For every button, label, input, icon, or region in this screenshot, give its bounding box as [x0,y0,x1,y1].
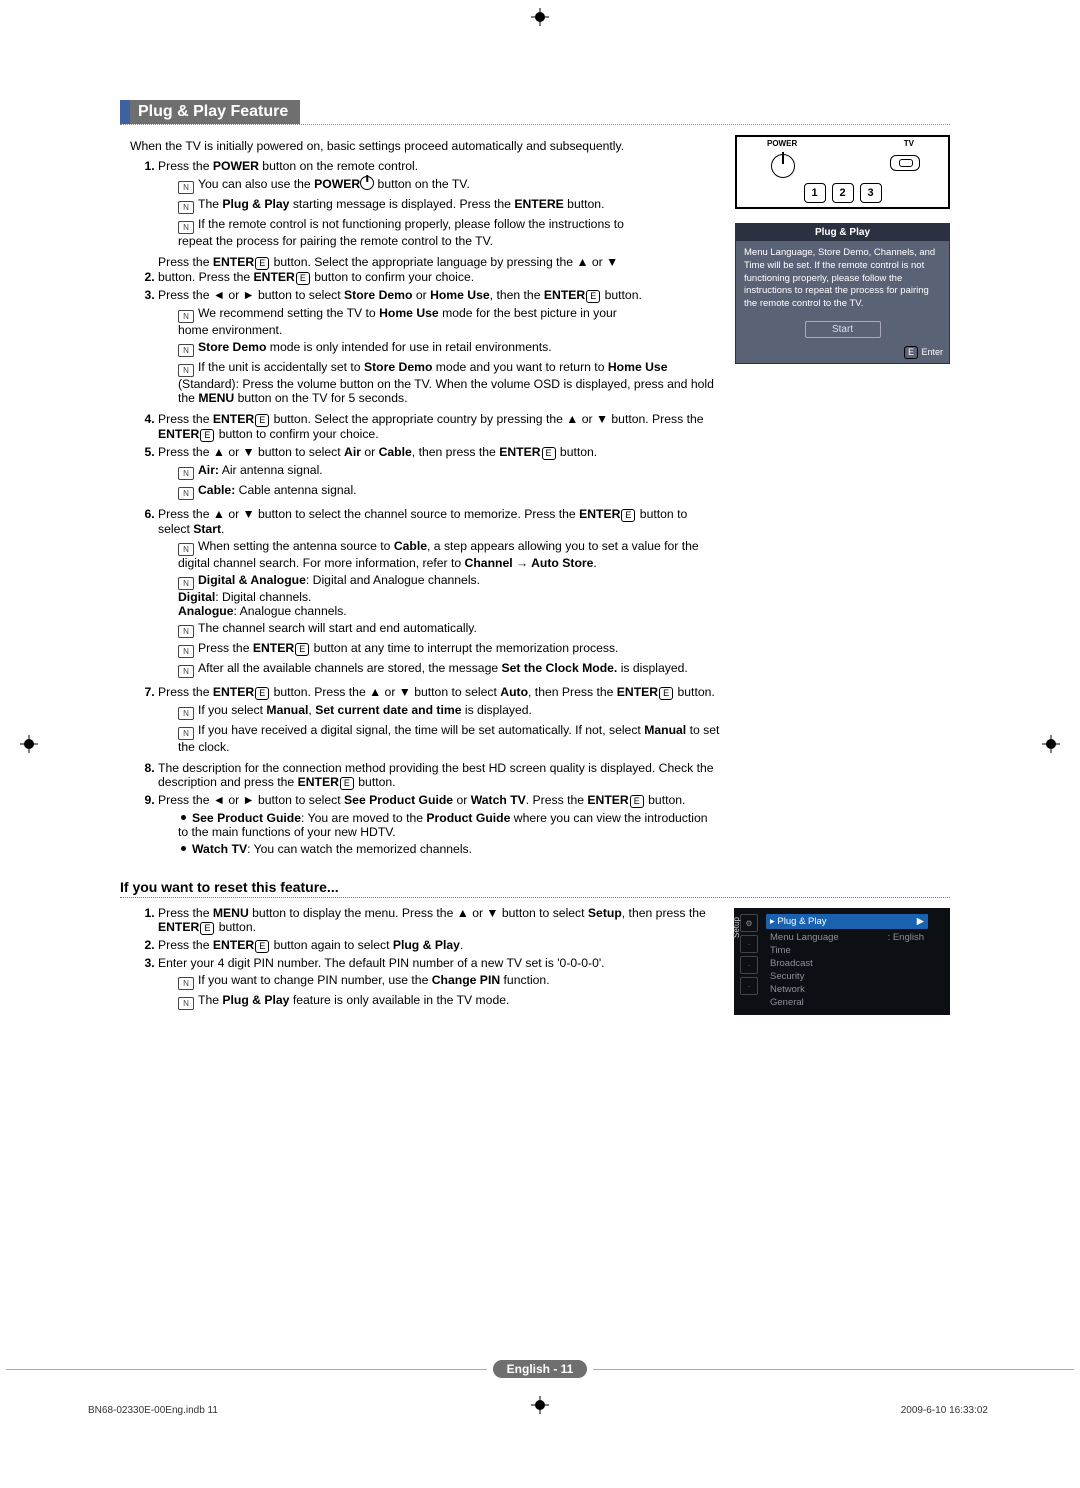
plug-play-popup: Plug & Play Menu Language, Store Demo, C… [735,223,950,364]
menu-row[interactable]: General [766,996,928,1009]
enter-icon: E [255,257,269,270]
enter-icon: E [200,922,214,935]
menu-icon: · [740,956,758,974]
note-icon: N [178,344,194,357]
enter-icon: E [586,290,600,303]
note-icon: N [178,727,194,740]
note-icon: N [178,997,194,1010]
enter-icon: E [255,940,269,953]
doc-footer: BN68-02330E-00Eng.indb 11 2009-6-10 16:3… [88,1405,988,1416]
page-number: English - 11 [493,1360,588,1378]
accent-bar [120,100,130,124]
menu-side-label: Setup [732,917,741,938]
enter-icon: E [542,447,556,460]
menu-row[interactable]: Broadcast [766,957,928,970]
menu-icon: · [740,977,758,995]
note-icon: N [178,665,194,678]
note-icon: N [178,310,194,323]
reset-step-2: Press the ENTERE button again to select … [158,936,738,954]
bullet-icon [181,846,186,851]
menu-row[interactable]: Security [766,970,928,983]
reg-mark-icon [20,735,38,753]
enter-icon: E [200,429,214,442]
popup-message: Menu Language, Store Demo, Channels, and… [736,241,949,315]
note-icon: N [178,577,194,590]
reg-mark-icon [1042,735,1060,753]
gear-icon: ⚙ [740,914,758,932]
enter-icon: E [659,687,673,700]
popup-enter-hint: E E EnterEnter [736,344,949,363]
start-button[interactable]: Start [805,321,881,338]
tv-button-icon [890,155,920,171]
doc-id: BN68-02330E-00Eng.indb 11 [88,1405,218,1416]
section-title: Plug & Play Feature [130,100,300,124]
tv-label: TV [904,139,914,148]
reset-step-list: Press the MENU button to display the men… [130,904,738,1015]
menu-row-highlighted[interactable]: ▸ Plug & Play▶ [766,914,928,929]
enter-icon: E [630,795,644,808]
popup-title: Plug & Play [736,224,949,241]
menu-row[interactable]: Time [766,944,928,957]
step-4: Press the ENTERE button. Select the appr… [158,410,721,443]
number-row: 1 2 3 [737,183,948,203]
note-icon: N [178,645,194,658]
note-icon: N [178,543,194,556]
note-icon: N [178,977,194,990]
note-icon: N [178,707,194,720]
step-3: Press the ◄ or ► button to select Store … [158,286,721,410]
enter-icon: E [904,346,918,359]
step-1: Press the POWER button on the remote con… [158,157,721,253]
enter-icon: E [621,509,635,522]
reset-step-3: Enter your 4 digit PIN number. The defau… [158,954,738,1015]
power-icon [360,176,374,190]
step-7: Press the ENTERE button. Press the ▲ or … [158,683,721,759]
power-label: POWER [767,139,797,148]
step-list: Press the POWER button on the remote con… [130,157,721,861]
note-icon: N [178,364,194,377]
doc-timestamp: 2009-6-10 16:33:02 [901,1405,988,1416]
note-icon: N [178,487,194,500]
setup-menu-screenshot: ⚙ · · · Setup ▸ Plug & Play▶ Menu Langua… [734,908,950,1015]
menu-row[interactable]: Network [766,983,928,996]
menu-row[interactable]: Menu Language: English [766,931,928,944]
step-2: Press the ENTERE button. Select the appr… [158,253,721,286]
step-9: Press the ◄ or ► button to select See Pr… [158,791,721,861]
section-header: Plug & Play Feature [120,100,950,125]
enter-icon: E [340,777,354,790]
note-icon: N [178,467,194,480]
note-icon: N [178,181,194,194]
reset-step-1: Press the MENU button to display the men… [158,904,738,936]
intro-text: When the TV is initially powered on, bas… [130,139,721,153]
step-6: Press the ▲ or ▼ button to select the ch… [158,505,721,683]
page-footer: English - 11 [0,1360,1080,1378]
note-icon: N [178,221,194,234]
remote-diagram: POWER TV 1 2 3 [735,135,950,209]
page-content: Plug & Play Feature When the TV is initi… [120,100,950,1015]
power-icon [771,154,795,178]
note-icon: N [178,625,194,638]
menu-icon: · [740,935,758,953]
enter-icon: E [255,687,269,700]
enter-icon: E [255,414,269,427]
reset-heading: If you want to reset this feature... [120,879,950,898]
note-icon: N [178,201,194,214]
bullet-icon [181,815,186,820]
step-8: The description for the connection metho… [158,759,721,791]
enter-icon: E [295,643,309,656]
reg-mark-icon [531,8,549,26]
step-5: Press the ▲ or ▼ button to select Air or… [158,443,721,505]
menu-side-icons: ⚙ · · · [740,914,760,998]
enter-icon: E [296,272,310,285]
